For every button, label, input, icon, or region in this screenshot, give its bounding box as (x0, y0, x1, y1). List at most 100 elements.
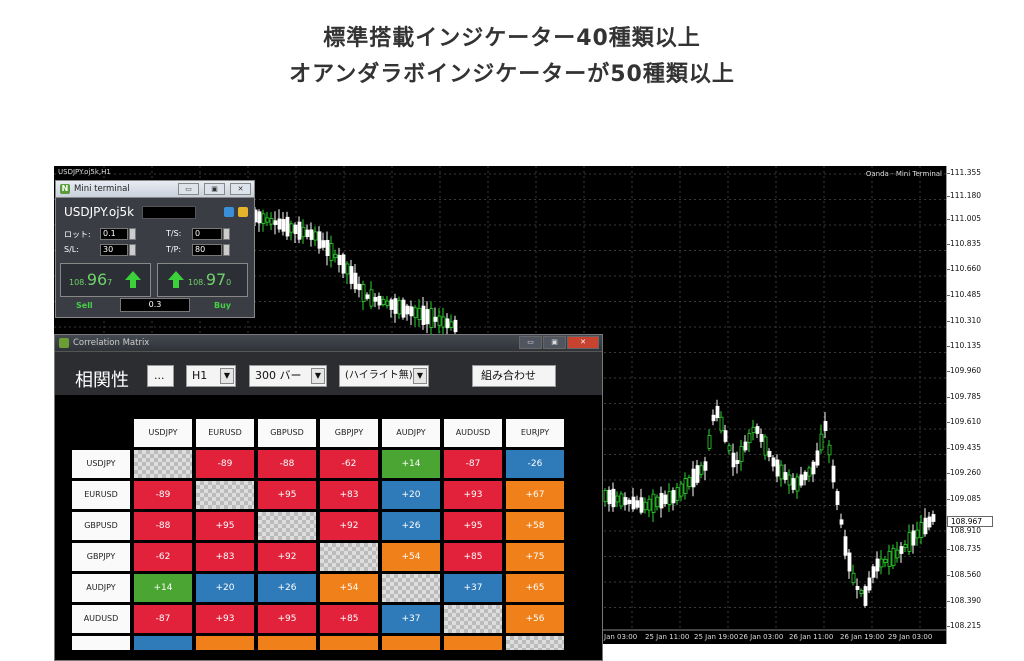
time-label: 26 Jan 03:00 (739, 633, 784, 641)
candle-body (297, 221, 302, 240)
maximize-button[interactable]: ▣ (543, 336, 566, 349)
time-label: 25 Jan 19:00 (694, 633, 739, 641)
price-scale: 108.967 111.355 111.180 111.005 110.835 110.… (946, 166, 993, 644)
price-tick (947, 448, 950, 449)
candle-body (277, 218, 282, 230)
lot-stepper[interactable] (129, 228, 136, 240)
candle-body (639, 497, 644, 513)
correlation-cell: -87 (134, 605, 192, 633)
candle-body (723, 430, 728, 442)
candle-body (631, 496, 636, 510)
bars-select[interactable]: 300 バー ▼ (249, 365, 327, 387)
time-label: 29 Jan 03:00 (888, 633, 933, 641)
candle-body (835, 491, 840, 505)
combine-button[interactable]: 組み合わせ (472, 365, 556, 387)
column-header: EURUSD (196, 419, 254, 447)
minimize-button[interactable]: ▭ (178, 183, 199, 195)
chart-title: USDJPY.oj5k,H1 (58, 168, 111, 176)
lot-input[interactable]: 0.1 (100, 228, 128, 240)
correlation-cell: -87 (444, 450, 502, 478)
candle-body (719, 416, 724, 432)
candle-body (357, 283, 362, 291)
tp-input[interactable]: 80 (192, 244, 222, 256)
headline-line-1: 標準搭載インジケーター40種類以上 (323, 26, 701, 51)
more-button[interactable]: ... (147, 365, 174, 387)
correlation-cell: +85 (320, 605, 378, 633)
row-header (72, 636, 130, 650)
correlation-cell: +26 (382, 512, 440, 540)
close-button[interactable]: ✕ (567, 336, 599, 349)
row-header: GBPJPY (72, 543, 130, 571)
price-tick (947, 499, 950, 500)
tp-stepper[interactable] (223, 244, 230, 256)
candle-body (317, 231, 322, 249)
candle-body (907, 532, 912, 552)
correlation-cell (258, 636, 316, 650)
candle-body (843, 536, 848, 556)
correlation-cell: +37 (444, 574, 502, 602)
candle-body (285, 216, 290, 237)
minimize-button[interactable]: ▭ (519, 336, 542, 349)
candle-body (839, 519, 844, 525)
candle-body (325, 239, 330, 257)
candle-body (453, 319, 458, 333)
correlation-matrix-window[interactable]: Correlation Matrix ▭ ▣ ✕ 相関性 ... H1 ▼ 30… (54, 334, 603, 661)
candle-body (269, 218, 274, 225)
ts-label: T/S: (166, 229, 182, 238)
sl-stepper[interactable] (129, 244, 136, 256)
candle-body (891, 547, 896, 567)
correlation-cell: +58 (506, 512, 564, 540)
candle-body (301, 226, 306, 238)
highlight-select[interactable]: (ハイライト無) ▼ (339, 365, 429, 387)
correlation-heading: 相関性 (75, 370, 129, 391)
mini-terminal-title: Mini terminal (74, 184, 130, 194)
mini-terminal-titlebar[interactable]: N Mini terminal ▭ ▣ ✕ (56, 181, 254, 198)
candle-body (715, 405, 720, 419)
candle-body (651, 493, 656, 513)
candle-body (321, 240, 326, 248)
buy-box[interactable]: 108.970 (157, 263, 248, 297)
symbol-input[interactable] (142, 206, 196, 219)
candle-body (341, 254, 346, 274)
candle-body (361, 284, 366, 302)
price-tick (947, 269, 950, 270)
close-button[interactable]: ✕ (230, 183, 251, 195)
candle-body (373, 297, 378, 302)
sell-button[interactable]: Sell (76, 301, 93, 310)
options-icon[interactable] (238, 207, 248, 217)
sl-input[interactable]: 30 (100, 244, 128, 256)
candle-body (397, 300, 402, 315)
candle-body (827, 444, 832, 456)
spread-display: 0.3 (120, 298, 190, 312)
correlation-titlebar[interactable]: Correlation Matrix ▭ ▣ ✕ (55, 335, 602, 352)
price-label: 109.960 (950, 366, 982, 375)
price-label: 108.390 (950, 596, 982, 605)
maximize-button[interactable]: ▣ (204, 183, 225, 195)
correlation-cell: +26 (258, 574, 316, 602)
sell-box[interactable]: 108.967 (60, 263, 151, 297)
correlation-cell: +20 (196, 574, 254, 602)
mini-terminal-window[interactable]: N Mini terminal ▭ ▣ ✕ USDJPY.oj5k ロット: 0… (55, 180, 255, 318)
correlation-cell: +92 (320, 512, 378, 540)
ts-input[interactable]: 0 (192, 228, 222, 240)
arrow-up-stem (130, 280, 136, 288)
buy-button[interactable]: Buy (214, 301, 231, 310)
price-label: 108.215 (950, 621, 982, 630)
price-tick (947, 346, 950, 347)
candle-body (429, 308, 434, 328)
candle-body (603, 489, 608, 503)
candle-body (911, 530, 916, 546)
chevron-down-icon: ▼ (413, 368, 427, 384)
candle-body (643, 501, 648, 511)
candle-body (747, 433, 752, 443)
correlation-cell: +14 (134, 574, 192, 602)
ts-stepper[interactable] (223, 228, 230, 240)
timeframe-select[interactable]: H1 ▼ (186, 365, 236, 387)
candle-body (627, 499, 632, 505)
candle-body (931, 514, 936, 522)
correlation-grid: USDJPY EURUSD GBPUSD GBPJPY AUDJPY AUDUSD EURJ… (55, 395, 602, 660)
price-tick (947, 575, 950, 576)
correlation-cell (134, 450, 192, 478)
candle-body (707, 435, 712, 449)
settings-icon[interactable] (224, 207, 234, 217)
